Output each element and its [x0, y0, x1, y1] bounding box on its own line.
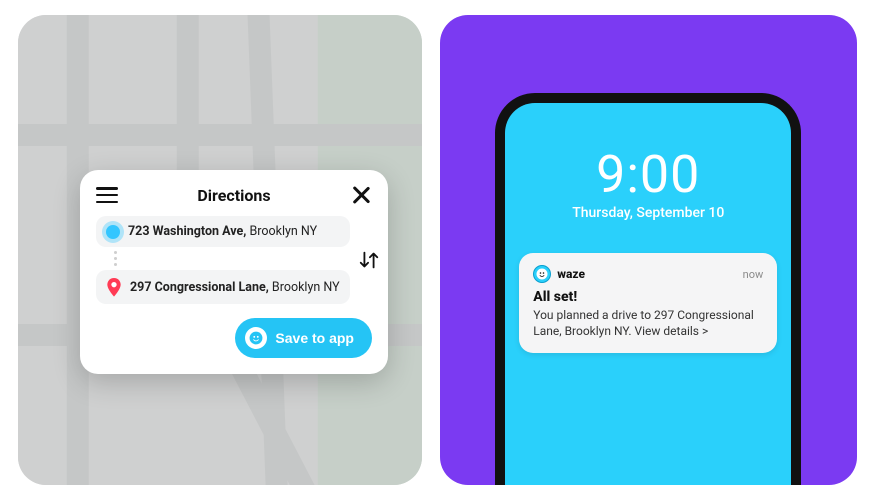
waze-badge-icon — [245, 327, 267, 349]
origin-dot-icon — [106, 225, 120, 239]
stage: Directions 723 Washington Ave, Brooklyn … — [0, 0, 875, 500]
notification-body: You planned a drive to 297 Congressional… — [533, 307, 763, 339]
origin-field[interactable]: 723 Washington Ave, Brooklyn NY — [96, 216, 350, 247]
destination-pin-icon — [106, 278, 122, 296]
save-button-label: Save to app — [275, 330, 354, 346]
map-panel: Directions 723 Washington Ave, Brooklyn … — [18, 15, 422, 485]
clock-time: 9:00 — [505, 149, 791, 201]
destination-address: 297 Congressional Lane, Brooklyn NY — [130, 280, 340, 295]
lockscreen-clock: 9:00 Thursday, September 10 — [505, 149, 791, 221]
card-title: Directions — [197, 186, 270, 205]
route-connector-icon — [108, 251, 122, 266]
menu-icon[interactable] — [96, 187, 118, 203]
clock-date: Thursday, September 10 — [505, 205, 791, 221]
notification-title: All set! — [533, 289, 763, 305]
origin-address: 723 Washington Ave, Brooklyn NY — [128, 224, 317, 239]
route-fields: 723 Washington Ave, Brooklyn NY 297 Cong… — [96, 216, 350, 304]
waze-app-icon — [533, 265, 551, 283]
destination-field[interactable]: 297 Congressional Lane, Brooklyn NY — [96, 270, 350, 304]
notification-panel: 9:00 Thursday, September 10 waze now All… — [440, 15, 857, 485]
save-to-app-button[interactable]: Save to app — [235, 318, 372, 358]
close-icon[interactable] — [350, 184, 372, 206]
directions-card: Directions 723 Washington Ave, Brooklyn … — [80, 170, 388, 374]
notification-app-name: waze — [557, 267, 585, 281]
phone-frame: 9:00 Thursday, September 10 waze now All… — [495, 93, 801, 485]
swap-icon[interactable] — [358, 249, 380, 271]
notification-time: now — [743, 268, 764, 281]
notification-card[interactable]: waze now All set! You planned a drive to… — [519, 253, 777, 353]
